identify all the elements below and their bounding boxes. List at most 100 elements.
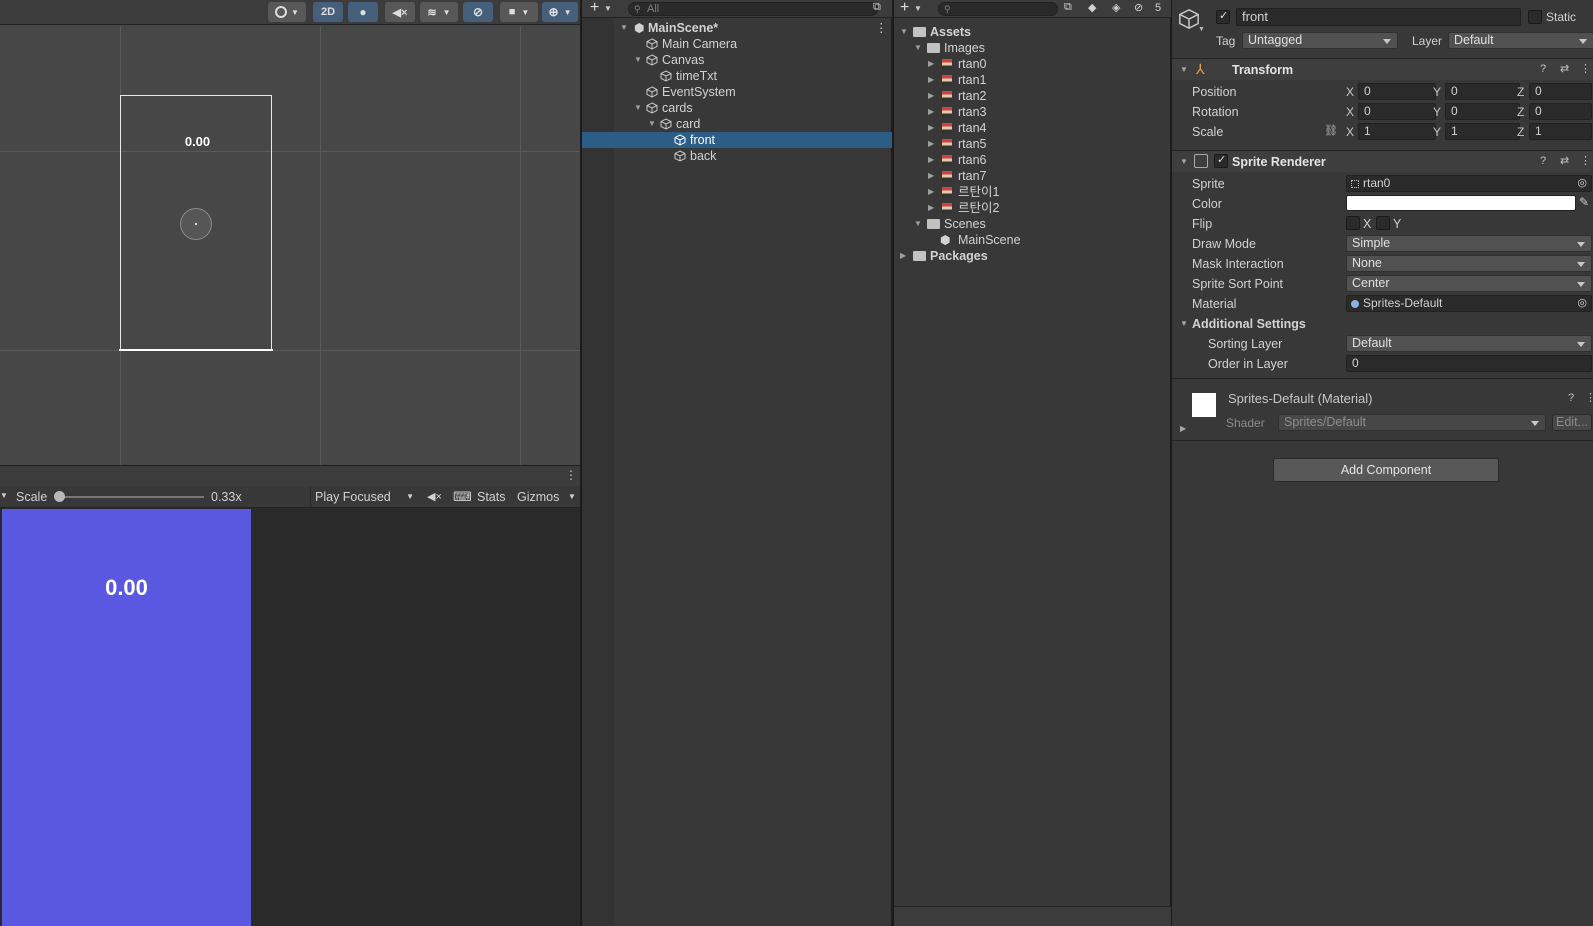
2d-toggle-button[interactable]: 2D	[313, 2, 343, 22]
create-plus-icon[interactable]: +	[590, 0, 599, 17]
project-asset-rtani1[interactable]: ▶ 르탄이1	[894, 184, 1171, 200]
hierarchy-item-card[interactable]: ▼ card	[582, 116, 892, 132]
pivot-handle[interactable]	[180, 208, 212, 240]
hierarchy-item-eventsystem[interactable]: EventSystem	[582, 84, 892, 100]
project-asset-rtan6[interactable]: ▶ rtan6	[894, 152, 1171, 168]
effects-dropdown[interactable]: ≋ ▼	[420, 2, 458, 22]
chevron-down-icon[interactable]: ▼	[604, 4, 612, 13]
hierarchy-item-main-camera[interactable]: Main Camera	[582, 36, 892, 52]
sprite-renderer-header[interactable]: ▼ Sprite Renderer ? ⇄ ⋮	[1172, 150, 1593, 172]
tag-dropdown[interactable]: Untagged	[1242, 32, 1398, 49]
position-x-field[interactable]: 0	[1358, 83, 1436, 100]
collapse-arrow-icon[interactable]: ▶	[928, 136, 934, 152]
expand-arrow-icon[interactable]: ▼	[634, 100, 642, 116]
static-checkbox[interactable]	[1528, 10, 1542, 24]
gizmos-dropdown[interactable]: ⊕ ▼	[542, 2, 578, 22]
mask-interaction-dropdown[interactable]: None	[1346, 255, 1592, 272]
collapse-arrow-icon[interactable]: ▶	[928, 88, 934, 104]
audio-toggle-button[interactable]: ◀×	[385, 2, 415, 22]
project-search-input[interactable]: ⚲	[938, 2, 1058, 16]
object-picker-icon[interactable]: ◎	[1577, 296, 1587, 311]
collapse-arrow-icon[interactable]: ▶	[928, 120, 934, 136]
camera-dropdown[interactable]: ■ ▼	[500, 2, 538, 22]
scale-y-field[interactable]: 1	[1445, 123, 1520, 140]
project-asset-rtan0[interactable]: ▶ rtan0	[894, 56, 1171, 72]
shader-edit-button[interactable]: Edit...	[1552, 414, 1592, 431]
hierarchy-item-canvas[interactable]: ▼ Canvas	[582, 52, 892, 68]
help-icon[interactable]: ?	[1540, 63, 1546, 75]
draw-mode-dropdown[interactable]: Simple	[1346, 235, 1592, 252]
object-picker-icon[interactable]: ◎	[1577, 176, 1587, 191]
additional-settings-row[interactable]: ▼ Additional Settings	[1172, 314, 1593, 334]
hierarchy-item-cards[interactable]: ▼ cards	[582, 100, 892, 116]
collapse-arrow-icon[interactable]: ▶	[928, 184, 934, 200]
project-asset-rtani2[interactable]: ▶ 르탄이2	[894, 200, 1171, 216]
chevron-down-icon[interactable]: ▼	[1198, 26, 1205, 33]
collapse-arrow-icon[interactable]: ▶	[1180, 424, 1186, 433]
sorting-layer-dropdown[interactable]: Default	[1346, 335, 1592, 352]
scene-visibility-button[interactable]: ⊘	[463, 2, 493, 22]
collapse-arrow-icon[interactable]: ▶	[928, 200, 934, 216]
project-folder-images[interactable]: ▼ Images	[894, 40, 1171, 56]
project-asset-rtan3[interactable]: ▶ rtan3	[894, 104, 1171, 120]
project-folder-scenes[interactable]: ▼ Scenes	[894, 216, 1171, 232]
expand-arrow-icon[interactable]: ▼	[1180, 319, 1188, 328]
draw-mode-dropdown[interactable]: ▼	[268, 2, 306, 22]
expand-arrow-icon[interactable]: ▼	[634, 52, 642, 68]
project-asset-rtan5[interactable]: ▶ rtan5	[894, 136, 1171, 152]
hierarchy-search-input[interactable]: ⚲ All	[628, 2, 878, 16]
collapse-arrow-icon[interactable]: ▶	[928, 104, 934, 120]
rotation-y-field[interactable]: 0	[1445, 103, 1520, 120]
expand-arrow-icon[interactable]: ▼	[914, 216, 922, 232]
hierarchy-item-front[interactable]: front	[582, 132, 892, 148]
more-options-icon[interactable]: ⋮	[565, 468, 577, 482]
hierarchy-item-mainscene[interactable]: ▼ ⬢ MainScene* ⋮	[582, 20, 892, 36]
stats-button[interactable]: Stats	[477, 490, 506, 504]
rotation-x-field[interactable]: 0	[1358, 103, 1436, 120]
preset-icon[interactable]: ⇄	[1560, 62, 1569, 75]
search-by-type-icon[interactable]: ⧉	[1064, 1, 1072, 14]
sprite-renderer-enabled-checkbox[interactable]	[1214, 153, 1228, 168]
active-checkbox[interactable]	[1216, 9, 1230, 24]
chevron-down-icon[interactable]: ▼	[914, 4, 922, 13]
collapse-arrow-icon[interactable]: ▶	[928, 152, 934, 168]
order-in-layer-field[interactable]: 0	[1346, 355, 1592, 372]
sprite-object-field[interactable]: rtan0 ◎	[1346, 175, 1592, 192]
lighting-toggle-button[interactable]: ●	[348, 2, 378, 22]
object-name-field[interactable]: front	[1236, 8, 1521, 26]
layer-dropdown[interactable]: Default	[1448, 32, 1593, 49]
scale-z-field[interactable]: 1	[1529, 123, 1592, 140]
sprite-sort-point-dropdown[interactable]: Center	[1346, 275, 1592, 292]
scale-x-field[interactable]: 1	[1358, 123, 1436, 140]
filter-type-icon[interactable]: ◆	[1088, 1, 1096, 14]
transform-header[interactable]: ▼ ⅄ Transform ? ⇄ ⋮	[1172, 58, 1593, 80]
project-folder-assets[interactable]: ▼ Assets	[894, 24, 1171, 40]
expand-arrow-icon[interactable]: ▼	[1180, 157, 1188, 166]
collapse-arrow-icon[interactable]: ▶	[928, 56, 934, 72]
scale-slider-thumb[interactable]	[54, 491, 65, 502]
create-plus-icon[interactable]: +	[900, 0, 909, 17]
gizmos-button[interactable]: Gizmos	[517, 490, 559, 504]
scale-slider-track[interactable]	[58, 496, 204, 498]
flip-x-checkbox[interactable]	[1346, 216, 1360, 230]
add-component-button[interactable]: Add Component	[1273, 458, 1499, 482]
expand-arrow-icon[interactable]: ▼	[914, 40, 922, 56]
mute-audio-icon[interactable]: ◀×	[427, 490, 442, 503]
project-asset-mainscene[interactable]: ⬢ MainScene	[894, 232, 1171, 248]
hidden-packages-icon[interactable]: ⊘	[1134, 1, 1143, 14]
expand-arrow-icon[interactable]: ▼	[900, 24, 908, 40]
scene-view[interactable]: 0.00 ▼ 2D ● ◀× ≋ ▼ ⊘ ■ ▼ ⊕ ▼	[0, 0, 580, 465]
collapse-arrow-icon[interactable]: ▶	[900, 248, 906, 264]
collapse-arrow-icon[interactable]: ▶	[928, 72, 934, 88]
eyedropper-icon[interactable]: ✎	[1579, 195, 1589, 209]
project-asset-rtan2[interactable]: ▶ rtan2	[894, 88, 1171, 104]
preset-icon[interactable]: ⇄	[1560, 154, 1569, 167]
help-icon[interactable]: ?	[1568, 392, 1574, 404]
more-options-icon[interactable]: ⋮	[1580, 62, 1591, 75]
hierarchy-item-timetxt[interactable]: timeTxt	[582, 68, 892, 84]
keyboard-icon[interactable]: ⌨	[453, 489, 472, 505]
flip-y-checkbox[interactable]	[1376, 216, 1390, 230]
help-icon[interactable]: ?	[1540, 155, 1546, 167]
play-mode-dropdown[interactable]: Play Focused ▼	[310, 486, 420, 507]
project-asset-rtan7[interactable]: ▶ rtan7	[894, 168, 1171, 184]
